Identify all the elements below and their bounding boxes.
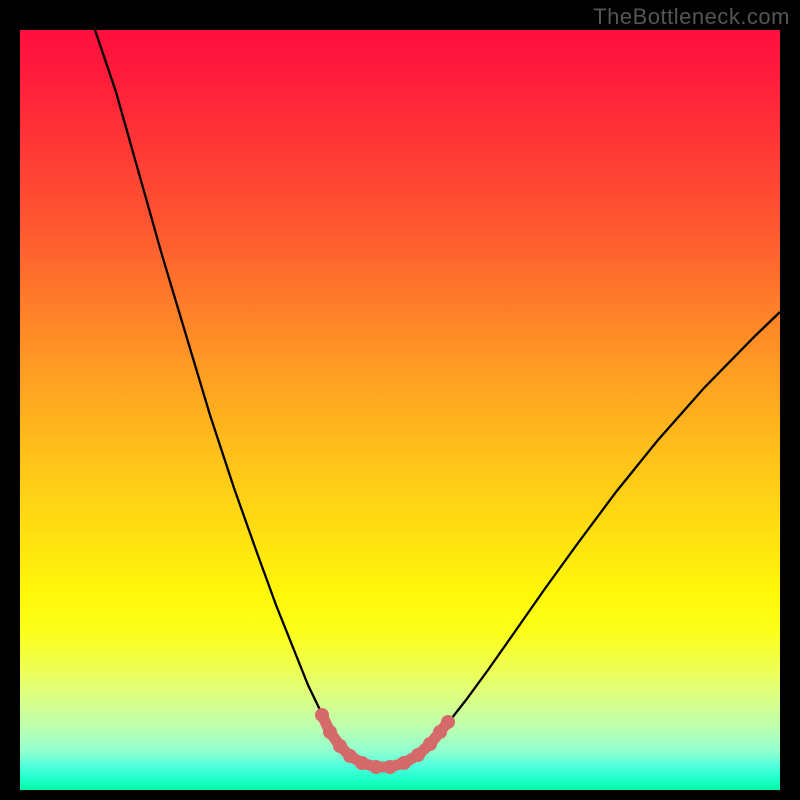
pink-dot <box>333 739 347 753</box>
pink-dot <box>411 748 425 762</box>
pink-dot <box>441 715 455 729</box>
pink-dot <box>397 756 411 770</box>
curve-layer <box>20 30 780 790</box>
pink-dot <box>383 760 397 774</box>
black-curve-path <box>95 30 780 766</box>
pink-dot <box>369 760 383 774</box>
plot-area <box>20 30 780 790</box>
pink-dot <box>343 749 357 763</box>
chart-stage: TheBottleneck.com <box>0 0 800 800</box>
pink-dot <box>323 725 337 739</box>
pink-curve-dots <box>315 708 455 774</box>
pink-dot <box>355 756 369 770</box>
pink-dot <box>423 737 437 751</box>
pink-dot <box>315 708 329 722</box>
watermark-text: TheBottleneck.com <box>593 4 790 30</box>
